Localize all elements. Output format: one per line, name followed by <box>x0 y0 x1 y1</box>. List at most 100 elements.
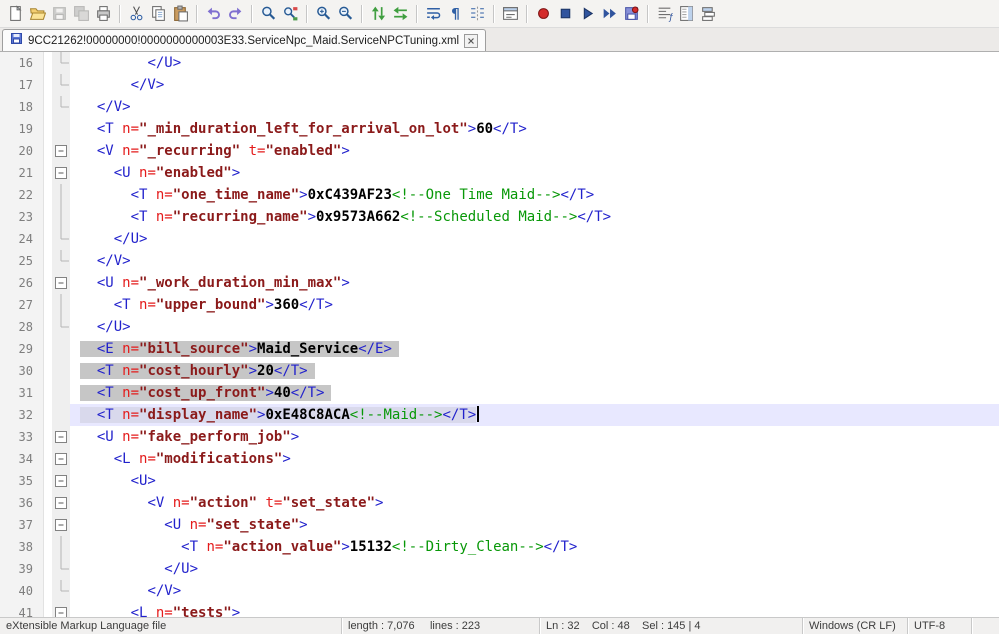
code-line: 36 <V n="action" t="set_state"> <box>0 492 999 514</box>
bookmark-margin[interactable] <box>44 52 52 74</box>
line-number: 30 <box>0 360 44 382</box>
code-text[interactable]: <V n="_recurring" t="enabled"> <box>70 140 999 162</box>
sync-vertical-icon[interactable] <box>368 4 388 24</box>
code-text[interactable]: <V n="action" t="set_state"> <box>70 492 999 514</box>
fold-collapse-button[interactable] <box>52 470 70 492</box>
tab-close-icon[interactable] <box>464 34 478 48</box>
code-text[interactable]: <T n="cost_hourly">20</T> <box>70 360 999 382</box>
editor[interactable]: 16 </U>17 </V>18 </V>19 <T n="_min_durat… <box>0 52 999 617</box>
document-list-icon[interactable] <box>698 4 718 24</box>
stop-macro-icon[interactable] <box>555 4 575 24</box>
bookmark-margin[interactable] <box>44 96 52 118</box>
fold-collapse-button[interactable] <box>52 140 70 162</box>
function-list-icon[interactable]: f <box>654 4 674 24</box>
save-icon[interactable] <box>49 4 69 24</box>
udl-dialog-icon[interactable] <box>500 4 520 24</box>
code-text[interactable]: <U n="enabled"> <box>70 162 999 184</box>
bookmark-margin[interactable] <box>44 162 52 184</box>
redo-icon[interactable] <box>225 4 245 24</box>
record-macro-icon[interactable] <box>533 4 553 24</box>
bookmark-margin[interactable] <box>44 184 52 206</box>
show-all-characters-icon[interactable]: ¶ <box>445 4 465 24</box>
line-number: 25 <box>0 250 44 272</box>
code-text[interactable]: <T n="action_value">15132<!--Dirty_Clean… <box>70 536 999 558</box>
code-text[interactable]: <T n="one_time_name">0xC439AF23<!--One T… <box>70 184 999 206</box>
code-text[interactable]: </U> <box>70 558 999 580</box>
code-line: 18 </V> <box>0 96 999 118</box>
playback-macro-icon[interactable] <box>577 4 597 24</box>
indent-guide-icon[interactable] <box>467 4 487 24</box>
fold-collapse-button[interactable] <box>52 492 70 514</box>
bookmark-margin[interactable] <box>44 602 52 617</box>
code-text[interactable]: <T n="_min_duration_left_for_arrival_on_… <box>70 118 999 140</box>
code-text[interactable]: </V> <box>70 96 999 118</box>
code-text[interactable]: <L n="modifications"> <box>70 448 999 470</box>
bookmark-margin[interactable] <box>44 316 52 338</box>
sync-horizontal-icon[interactable] <box>390 4 410 24</box>
code-text[interactable]: <T n="upper_bound">360</T> <box>70 294 999 316</box>
fold-collapse-button[interactable] <box>52 514 70 536</box>
bookmark-margin[interactable] <box>44 448 52 470</box>
bookmark-margin[interactable] <box>44 492 52 514</box>
word-wrap-icon[interactable] <box>423 4 443 24</box>
bookmark-margin[interactable] <box>44 536 52 558</box>
bookmark-margin[interactable] <box>44 514 52 536</box>
line-number: 24 <box>0 228 44 250</box>
svg-text:f: f <box>668 12 673 22</box>
fold-collapse-button[interactable] <box>52 162 70 184</box>
code-text[interactable]: </V> <box>70 580 999 602</box>
code-text[interactable]: <U n="fake_perform_job"> <box>70 426 999 448</box>
bookmark-margin[interactable] <box>44 382 52 404</box>
code-text[interactable]: </U> <box>70 228 999 250</box>
tab-document[interactable]: 9CC21262!00000000!0000000000003E33.Servi… <box>2 29 486 51</box>
new-file-icon[interactable] <box>5 4 25 24</box>
replace-icon[interactable] <box>280 4 300 24</box>
zoom-out-icon[interactable] <box>335 4 355 24</box>
bookmark-margin[interactable] <box>44 228 52 250</box>
code-text[interactable]: </U> <box>70 52 999 74</box>
fold-collapse-button[interactable] <box>52 426 70 448</box>
bookmark-margin[interactable] <box>44 360 52 382</box>
code-text[interactable]: <U n="_work_duration_min_max"> <box>70 272 999 294</box>
copy-icon[interactable] <box>148 4 168 24</box>
bookmark-margin[interactable] <box>44 558 52 580</box>
bookmark-margin[interactable] <box>44 426 52 448</box>
bookmark-margin[interactable] <box>44 580 52 602</box>
code-text[interactable]: <T n="display_name">0xE48C8ACA<!--Maid--… <box>70 404 999 426</box>
code-text[interactable]: <T n="cost_up_front">40</T> <box>70 382 999 404</box>
bookmark-margin[interactable] <box>44 140 52 162</box>
status-encoding: UTF-8 <box>908 618 972 634</box>
print-icon[interactable] <box>93 4 113 24</box>
code-text[interactable]: <L n="tests"> <box>70 602 999 617</box>
document-map-icon[interactable] <box>676 4 696 24</box>
undo-icon[interactable] <box>203 4 223 24</box>
bookmark-margin[interactable] <box>44 118 52 140</box>
bookmark-margin[interactable] <box>44 338 52 360</box>
bookmark-margin[interactable] <box>44 294 52 316</box>
code-text[interactable]: </V> <box>70 250 999 272</box>
cut-icon[interactable] <box>126 4 146 24</box>
zoom-in-icon[interactable] <box>313 4 333 24</box>
fold-collapse-button[interactable] <box>52 448 70 470</box>
bookmark-margin[interactable] <box>44 272 52 294</box>
save-all-icon[interactable] <box>71 4 91 24</box>
status-eol-format: Windows (CR LF) <box>803 618 908 634</box>
paste-icon[interactable] <box>170 4 190 24</box>
code-text[interactable]: <U> <box>70 470 999 492</box>
run-macro-multiple-icon[interactable] <box>599 4 619 24</box>
bookmark-margin[interactable] <box>44 404 52 426</box>
find-icon[interactable] <box>258 4 278 24</box>
save-macro-icon[interactable] <box>621 4 641 24</box>
bookmark-margin[interactable] <box>44 206 52 228</box>
code-text[interactable]: <E n="bill_source">Maid_Service</E> <box>70 338 999 360</box>
bookmark-margin[interactable] <box>44 74 52 96</box>
open-file-icon[interactable] <box>27 4 47 24</box>
code-text[interactable]: <T n="recurring_name">0x9573A662<!--Sche… <box>70 206 999 228</box>
fold-collapse-button[interactable] <box>52 272 70 294</box>
bookmark-margin[interactable] <box>44 470 52 492</box>
code-text[interactable]: </U> <box>70 316 999 338</box>
code-text[interactable]: <U n="set_state"> <box>70 514 999 536</box>
bookmark-margin[interactable] <box>44 250 52 272</box>
code-text[interactable]: </V> <box>70 74 999 96</box>
fold-collapse-button[interactable] <box>52 602 70 617</box>
